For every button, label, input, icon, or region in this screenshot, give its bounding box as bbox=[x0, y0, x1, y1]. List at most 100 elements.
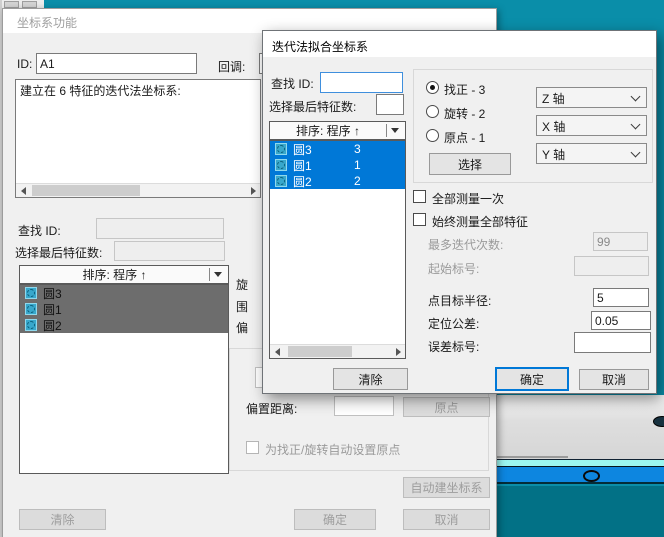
find-id-input[interactable] bbox=[320, 72, 403, 93]
clear-button: 清除 bbox=[19, 509, 106, 530]
origin-button: 原点 bbox=[403, 397, 490, 417]
scroll-right-icon[interactable] bbox=[391, 345, 405, 358]
cancel-button: 取消 bbox=[403, 509, 490, 530]
cad-part-cyan-stripe bbox=[490, 459, 664, 466]
feature-name: 圆2 bbox=[293, 173, 312, 190]
clear-button[interactable]: 清除 bbox=[333, 368, 408, 390]
horizontal-scrollbar[interactable] bbox=[16, 183, 260, 197]
feature-order: 3 bbox=[354, 142, 361, 156]
select-last-feature-count-input bbox=[114, 241, 225, 261]
toolbar-button[interactable] bbox=[22, 1, 37, 8]
chevron-down-icon bbox=[631, 92, 641, 102]
error-label-label: 误差标号: bbox=[428, 338, 479, 355]
circle-feature-icon bbox=[275, 159, 287, 171]
measure-all-features-label: 始终测量全部特征 bbox=[432, 213, 528, 230]
auto-origin-checkbox bbox=[246, 441, 259, 454]
rotate-radio-label: 旋转 - 2 bbox=[444, 105, 485, 122]
select-last-feature-count-input[interactable] bbox=[376, 94, 404, 115]
dialog-title: 坐标系功能 bbox=[17, 14, 77, 31]
feature-name: 圆3 bbox=[293, 141, 312, 158]
circle-feature-icon bbox=[25, 303, 37, 315]
application-window: 坐标系功能 ID: 回调: 建立在 6 特征的迭代法坐标系: 查找 ID: 选择… bbox=[0, 0, 664, 537]
origin-radio-label: 原点 - 1 bbox=[444, 129, 485, 146]
chevron-down-icon bbox=[631, 120, 641, 130]
rotate-axis-dropdown[interactable]: X 轴 bbox=[536, 115, 647, 136]
feature-name: 圆1 bbox=[293, 157, 312, 174]
circle-feature-icon bbox=[25, 287, 37, 299]
circle-feature-icon bbox=[275, 175, 287, 187]
feature-list[interactable]: 圆3 3 圆1 1 圆2 2 bbox=[269, 140, 406, 359]
circle-feature-icon bbox=[275, 143, 287, 155]
auto-create-alignment-button: 自动建坐标系 bbox=[403, 477, 490, 498]
find-id-input bbox=[96, 218, 224, 239]
scroll-left-icon[interactable] bbox=[270, 345, 284, 358]
feature-order: 1 bbox=[354, 158, 361, 172]
separator bbox=[209, 268, 210, 281]
measure-once-checkbox[interactable] bbox=[413, 190, 426, 203]
select-button[interactable]: 选择 bbox=[429, 153, 511, 175]
auto-origin-checkbox-label: 为找正/旋转自动设置原点 bbox=[265, 441, 400, 458]
level-axis-value: Z 轴 bbox=[542, 92, 565, 106]
ok-button: 确定 bbox=[294, 509, 376, 530]
level-axis-dropdown[interactable]: Z 轴 bbox=[536, 87, 647, 108]
offset-distance-input[interactable] bbox=[334, 396, 394, 416]
max-iterations-label: 最多迭代次数: bbox=[428, 236, 503, 253]
feature-list[interactable]: 圆3 圆1 圆2 bbox=[19, 284, 229, 474]
level-radio-label: 找正 - 3 bbox=[444, 81, 485, 98]
start-label-label: 起始标号: bbox=[428, 260, 479, 277]
origin-axis-value: Y 轴 bbox=[542, 148, 565, 162]
feature-list-sort-header[interactable]: 排序: 程序 ↑ bbox=[269, 121, 406, 140]
origin-axis-dropdown[interactable]: Y 轴 bbox=[536, 143, 647, 164]
offset-label-partial: 偏 bbox=[236, 319, 264, 336]
max-iterations-input bbox=[593, 232, 648, 251]
select-last-feature-count-label: 选择最后特征数: bbox=[15, 244, 102, 261]
position-tolerance-input[interactable] bbox=[591, 311, 651, 330]
list-item[interactable]: 圆1 bbox=[20, 301, 228, 317]
scrollbar-thumb[interactable] bbox=[32, 185, 140, 196]
sort-header-label: 排序: 程序 ↑ bbox=[270, 122, 386, 139]
level-radio[interactable] bbox=[426, 81, 439, 94]
ok-button[interactable]: 确定 bbox=[495, 367, 569, 391]
around-label-partial: 围 bbox=[236, 298, 264, 315]
measure-all-features-checkbox[interactable] bbox=[413, 213, 426, 226]
callback-label: 回调: bbox=[218, 58, 245, 75]
alignment-description-box[interactable]: 建立在 6 特征的迭代法坐标系: bbox=[15, 79, 261, 198]
find-id-label: 查找 ID: bbox=[271, 75, 314, 92]
circle-feature-icon bbox=[25, 319, 37, 331]
offset-distance-label: 偏置距离: bbox=[246, 400, 297, 417]
start-label-input bbox=[574, 256, 649, 276]
feature-name: 圆3 bbox=[43, 285, 62, 302]
feature-order: 2 bbox=[354, 174, 361, 188]
sort-dropdown-icon[interactable] bbox=[214, 272, 222, 277]
scrollbar-thumb[interactable] bbox=[288, 346, 352, 357]
list-item[interactable]: 圆2 bbox=[20, 317, 228, 333]
dialog-title: 迭代法拟合坐标系 bbox=[272, 38, 368, 55]
list-item[interactable]: 圆1 1 bbox=[270, 157, 405, 173]
list-item[interactable]: 圆2 2 bbox=[270, 173, 405, 189]
toolbar-button[interactable] bbox=[4, 1, 19, 8]
point-target-radius-input[interactable] bbox=[593, 288, 649, 307]
cad-hole-feature bbox=[583, 470, 600, 482]
feature-list-sort-header[interactable]: 排序: 程序 ↑ bbox=[19, 265, 229, 284]
cancel-button[interactable]: 取消 bbox=[579, 369, 649, 390]
error-label-input[interactable] bbox=[574, 332, 651, 353]
scroll-left-icon[interactable] bbox=[16, 184, 30, 197]
select-last-feature-count-label: 选择最后特征数: bbox=[269, 98, 356, 115]
position-tolerance-label: 定位公差: bbox=[428, 315, 479, 332]
titlebar[interactable]: 迭代法拟合坐标系 bbox=[263, 31, 656, 57]
cad-part-edge-line bbox=[490, 456, 568, 458]
cad-part-base bbox=[490, 486, 664, 537]
id-label: ID: bbox=[17, 57, 32, 71]
sort-dropdown-icon[interactable] bbox=[391, 128, 399, 133]
rotate-radio[interactable] bbox=[426, 105, 439, 118]
separator bbox=[386, 124, 387, 137]
list-item[interactable]: 圆3 bbox=[20, 285, 228, 301]
dialog-iterative-alignment: 迭代法拟合坐标系 查找 ID: 选择最后特征数: 排序: 程序 ↑ 圆3 3 圆… bbox=[262, 30, 657, 394]
scroll-right-icon[interactable] bbox=[246, 184, 260, 197]
measure-once-label: 全部测量一次 bbox=[432, 190, 504, 207]
id-input[interactable] bbox=[36, 53, 197, 74]
list-item[interactable]: 圆3 3 bbox=[270, 141, 405, 157]
rotate-axis-value: X 轴 bbox=[542, 120, 565, 134]
origin-radio[interactable] bbox=[426, 129, 439, 142]
horizontal-scrollbar[interactable] bbox=[270, 344, 405, 358]
